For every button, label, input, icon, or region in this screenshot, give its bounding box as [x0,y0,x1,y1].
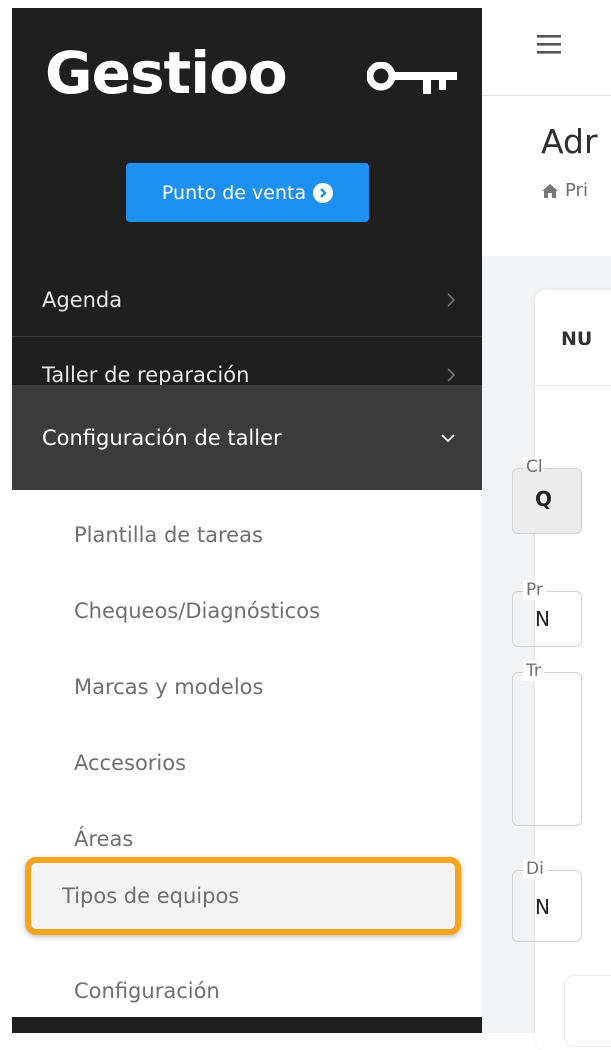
field-value: N [535,607,550,631]
page-title: Adr [541,122,598,161]
sidebar-item-label: Taller de reparación [42,363,250,387]
inner-card [564,975,611,1047]
brand-logo[interactable]: Gestioo [45,28,465,118]
chevron-down-icon [441,433,455,442]
field-label: Tr [523,661,544,681]
highlight-tipos-equipos[interactable]: Tipos de equipos [25,857,461,935]
field-value: Q [535,487,553,511]
chevron-right-icon [447,292,456,307]
hamburger-menu-icon[interactable] [537,33,561,55]
punto-de-venta-label: Punto de venta [161,181,307,204]
breadcrumb-item[interactable]: Pri [565,180,588,201]
home-icon[interactable] [541,183,559,199]
submenu-item-plantilla-tareas[interactable]: Plantilla de tareas [12,515,482,555]
pr-field[interactable]: Pr N [512,580,582,647]
submenu-item-chequeos[interactable]: Chequeos/Diagnósticos [12,591,482,631]
top-bar [482,0,611,96]
breadcrumb: Pri [541,180,588,201]
punto-de-venta-button[interactable]: Punto de venta [126,163,369,222]
field-label: Cl [523,457,546,477]
card-title: NU [561,328,593,350]
field-label: Di [523,859,547,879]
sidebar-item-label: Configuración de taller [42,425,282,450]
di-field[interactable]: Di N [512,859,582,942]
cliente-field[interactable]: Cl Q [512,457,582,534]
tr-textarea[interactable]: Tr [512,661,582,826]
brand-name: Gestioo [45,39,288,107]
chevron-right-icon [447,368,456,382]
submenu-configuracion-taller: Plantilla de tareas Chequeos/Diagnóstico… [12,490,482,1025]
submenu-item-configuracion[interactable]: Configuración [12,971,482,1011]
submenu-item-marcas-modelos[interactable]: Marcas y modelos [12,667,482,707]
key-icon [367,62,457,94]
submenu-item-areas[interactable]: Áreas [12,819,482,859]
card-header: NU [535,290,611,386]
sidebar-item-agenda[interactable]: Agenda [12,263,482,337]
submenu-item-tipos-equipos: Tipos de equipos [62,884,240,908]
sidebar-item-configuracion-taller[interactable]: Configuración de taller [12,385,482,490]
sidebar-item-label: Agenda [42,287,123,312]
page-header: Adr Pri [482,96,611,256]
arrow-circle-right-icon [313,182,334,203]
field-label: Pr [523,580,546,600]
submenu-item-accesorios[interactable]: Accesorios [12,743,482,783]
field-value: N [535,895,550,919]
main-content: Adr Pri NU Cl Q Pr N Tr Di N [482,0,611,1050]
sidebar-bottom-edge [12,1017,482,1033]
